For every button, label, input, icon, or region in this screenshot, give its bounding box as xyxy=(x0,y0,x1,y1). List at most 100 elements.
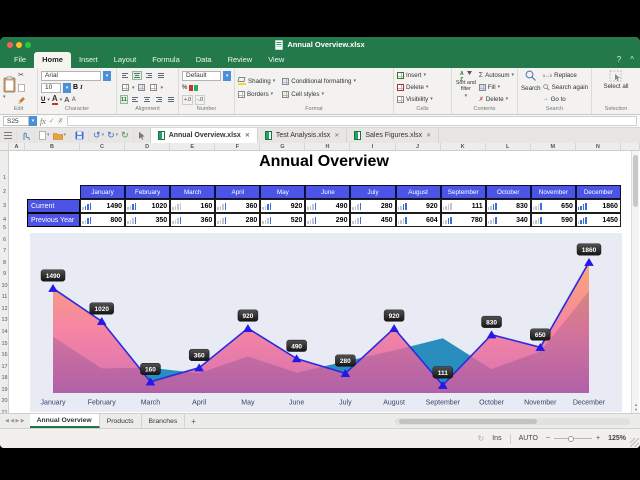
open-folder-caret[interactable]: ▾ xyxy=(64,133,67,138)
column-header-H[interactable]: H xyxy=(305,143,350,150)
italic-button[interactable]: I xyxy=(80,85,82,91)
format-painter-icon[interactable] xyxy=(18,96,26,104)
new-document-icon[interactable] xyxy=(39,131,46,140)
underline-caret[interactable]: ▾ xyxy=(47,97,50,103)
value-cell[interactable]: 780 xyxy=(441,213,486,227)
number-format-caret[interactable]: ▾ xyxy=(223,71,231,81)
row-header-9[interactable]: 9 xyxy=(0,271,9,277)
column-header-J[interactable]: J xyxy=(396,143,441,150)
undo-icon[interactable]: ↺ xyxy=(93,131,101,140)
copy-icon[interactable] xyxy=(18,84,25,92)
column-header-B[interactable]: B xyxy=(25,143,80,150)
value-cell[interactable]: 360 xyxy=(170,213,215,227)
column-header-F[interactable]: F xyxy=(215,143,260,150)
value-cell[interactable]: 160 xyxy=(170,199,215,213)
month-header-cell[interactable]: August xyxy=(396,185,441,199)
chart[interactable]: 149010201603609204902809201118306501860J… xyxy=(30,233,622,412)
font-name-select[interactable]: Arial xyxy=(41,71,101,81)
insert-cells-button[interactable]: Insert▾ xyxy=(397,70,433,80)
wrap-text-icon[interactable]: 11 xyxy=(120,95,128,104)
cut-icon[interactable]: ✂ xyxy=(18,71,26,79)
value-cell[interactable]: 1450 xyxy=(576,213,621,227)
value-cell[interactable]: 650 xyxy=(531,199,576,213)
shrink-font-button[interactable]: A xyxy=(72,97,76,103)
column-header-I[interactable]: I xyxy=(350,143,395,150)
merge-cells-icon[interactable] xyxy=(137,83,147,92)
insert-function-icon[interactable]: fx xyxy=(40,117,46,126)
close-tab-icon[interactable]: ✕ xyxy=(334,132,339,139)
align-right-icon[interactable] xyxy=(154,95,164,104)
menu-tab-view[interactable]: View xyxy=(260,52,292,68)
zoom-level[interactable]: 125% xyxy=(608,435,626,442)
row-header-2[interactable]: 2 xyxy=(0,189,9,195)
search-button[interactable]: Search xyxy=(521,83,541,93)
menu-tab-review[interactable]: Review xyxy=(220,52,261,68)
month-header-cell[interactable]: February xyxy=(125,185,170,199)
value-cell[interactable]: 340 xyxy=(486,213,531,227)
bold-button[interactable]: B xyxy=(73,84,78,91)
font-size-caret[interactable]: ▾ xyxy=(63,83,71,93)
row-header-15[interactable]: 15 xyxy=(0,341,9,347)
replace-button[interactable]: a↔bReplace xyxy=(543,70,588,80)
zoom-slider[interactable] xyxy=(554,438,592,439)
help-icon[interactable]: ? xyxy=(617,55,621,64)
sort-filter-button[interactable]: Sort and filter xyxy=(455,81,477,93)
clear-button[interactable]: ✗Delete▾ xyxy=(479,94,514,104)
percent-style-button[interactable]: % xyxy=(182,85,187,91)
number-format-select[interactable]: Default xyxy=(182,71,221,81)
justify-icon[interactable] xyxy=(156,71,166,80)
border-box-icon[interactable] xyxy=(120,83,130,92)
menu-tab-data[interactable]: Data xyxy=(188,52,220,68)
redo-caret[interactable]: ▾ xyxy=(116,133,119,138)
indent-icon[interactable] xyxy=(166,95,176,104)
horizontal-scrollbar[interactable] xyxy=(395,418,630,425)
value-cell[interactable]: 1490 xyxy=(80,199,125,213)
collapse-ribbon-icon[interactable]: ^ xyxy=(630,55,634,64)
scroll-arrows[interactable]: ▲▼ xyxy=(632,402,640,412)
vertical-scrollbar[interactable]: ▲▼ xyxy=(631,151,639,413)
menu-icon[interactable] xyxy=(4,132,12,139)
shading-button[interactable]: Shading▾ xyxy=(238,76,275,86)
zoom-in-button[interactable]: + xyxy=(596,435,600,442)
paste-icon[interactable] xyxy=(3,76,16,93)
value-cell[interactable]: 350 xyxy=(125,213,170,227)
row-header-1[interactable]: 1 xyxy=(0,175,9,181)
close-tab-icon[interactable]: ✕ xyxy=(426,132,431,139)
currency-style-icon[interactable] xyxy=(189,84,198,92)
month-header-cell[interactable]: May xyxy=(260,185,305,199)
resize-grip[interactable] xyxy=(630,438,639,447)
merge-caret[interactable]: ▾ xyxy=(161,85,164,91)
status-refresh-icon[interactable]: ↻ xyxy=(478,434,485,443)
confirm-entry-icon[interactable]: ✓ xyxy=(49,117,55,125)
sort-filter-caret[interactable]: ▾ xyxy=(465,93,468,99)
autosum-button[interactable]: ΣAutosum▾ xyxy=(479,70,514,80)
row-header-14[interactable]: 14 xyxy=(0,329,9,335)
value-cell[interactable]: 280 xyxy=(215,213,260,227)
value-cell[interactable]: 520 xyxy=(260,213,305,227)
menu-tab-file[interactable]: File xyxy=(6,52,34,68)
align-middle-icon[interactable] xyxy=(132,71,142,80)
column-header-M[interactable]: M xyxy=(531,143,576,150)
close-tab-icon[interactable]: ✕ xyxy=(245,132,250,139)
value-cell[interactable]: 490 xyxy=(305,199,350,213)
column-header-N[interactable]: N xyxy=(576,143,621,150)
value-cell[interactable]: 450 xyxy=(350,213,395,227)
value-cell[interactable]: 590 xyxy=(531,213,576,227)
open-folder-icon[interactable] xyxy=(53,132,63,140)
month-header-cell[interactable]: October xyxy=(486,185,531,199)
new-document-caret[interactable]: ▾ xyxy=(47,133,50,138)
visibility-button[interactable]: Visibility▾ xyxy=(397,94,433,104)
row-header-3[interactable]: 3 xyxy=(0,203,9,209)
document-tab[interactable]: Annual Overview.xlsx✕ xyxy=(151,128,258,143)
borders-button[interactable]: Borders▾ xyxy=(238,89,275,99)
horizontal-scrollbar-thumb[interactable] xyxy=(399,419,537,424)
column-header-E[interactable]: E xyxy=(170,143,215,150)
align-left-icon[interactable] xyxy=(130,95,140,104)
row-header-5[interactable]: 5 xyxy=(0,225,9,231)
touch-mode-icon[interactable] xyxy=(21,131,30,141)
document-tab[interactable]: Sales Figures.xlsx✕ xyxy=(347,128,439,143)
border-box-caret[interactable]: ▾ xyxy=(132,85,135,91)
row-header-10[interactable]: 10 xyxy=(0,283,9,289)
row-header-4[interactable]: 4 xyxy=(0,217,9,223)
goto-button[interactable]: →Go to xyxy=(543,94,588,104)
